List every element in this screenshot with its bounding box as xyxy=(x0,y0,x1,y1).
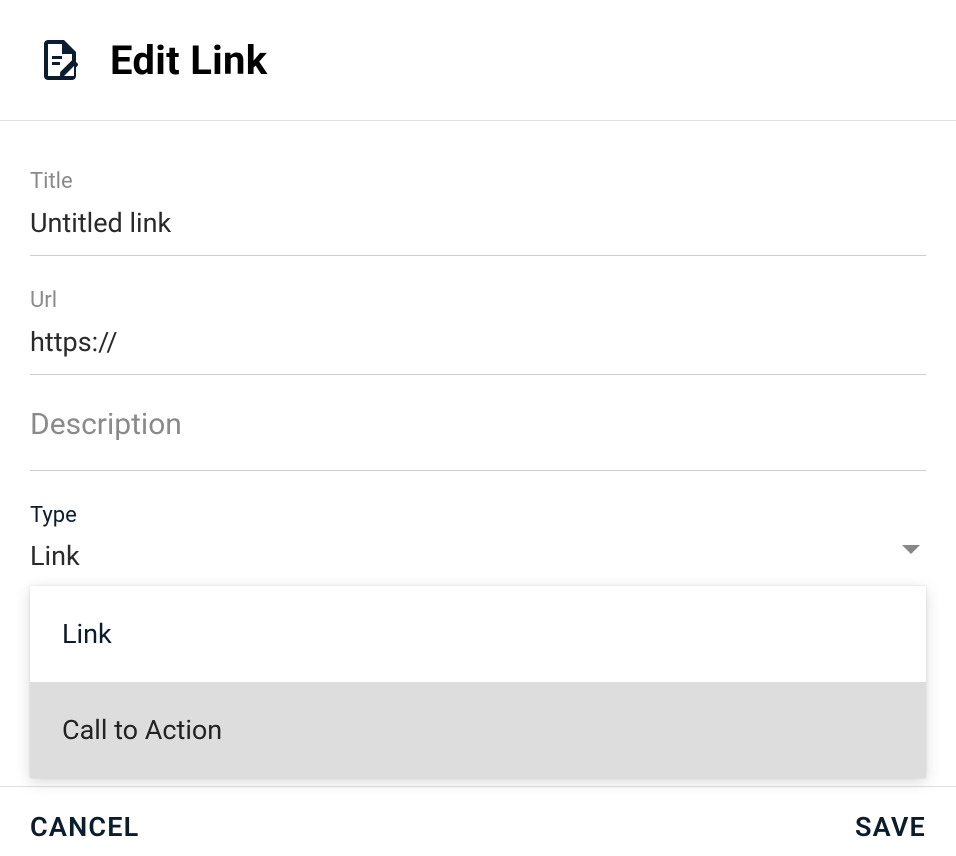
title-field: Title xyxy=(30,169,926,256)
type-select-value: Link xyxy=(30,540,80,572)
dropdown-option-link[interactable]: Link xyxy=(30,586,926,682)
dialog-header: Edit Link xyxy=(0,0,956,121)
footer-actions: CANCEL SAVE xyxy=(0,786,956,843)
dropdown-option-call-to-action[interactable]: Call to Action xyxy=(30,682,926,778)
type-label: Type xyxy=(30,503,926,528)
dialog-title: Edit Link xyxy=(110,37,267,84)
description-field xyxy=(30,407,926,471)
type-dropdown-menu: Link Call to Action xyxy=(30,586,926,778)
type-field[interactable]: Type Link Link Call to Action xyxy=(30,503,926,588)
cancel-button[interactable]: CANCEL xyxy=(30,811,139,843)
url-field: Url xyxy=(30,288,926,375)
edit-document-icon xyxy=(36,36,84,84)
type-select-value-row: Link xyxy=(30,540,926,572)
description-input[interactable] xyxy=(30,407,926,442)
save-button[interactable]: SAVE xyxy=(855,811,926,843)
url-label: Url xyxy=(30,288,926,313)
title-input[interactable] xyxy=(30,206,926,241)
caret-down-icon xyxy=(902,545,920,554)
title-label: Title xyxy=(30,169,926,194)
url-input[interactable] xyxy=(30,325,926,360)
form-content: Title Url Type Link Link Call to Action xyxy=(0,121,956,588)
